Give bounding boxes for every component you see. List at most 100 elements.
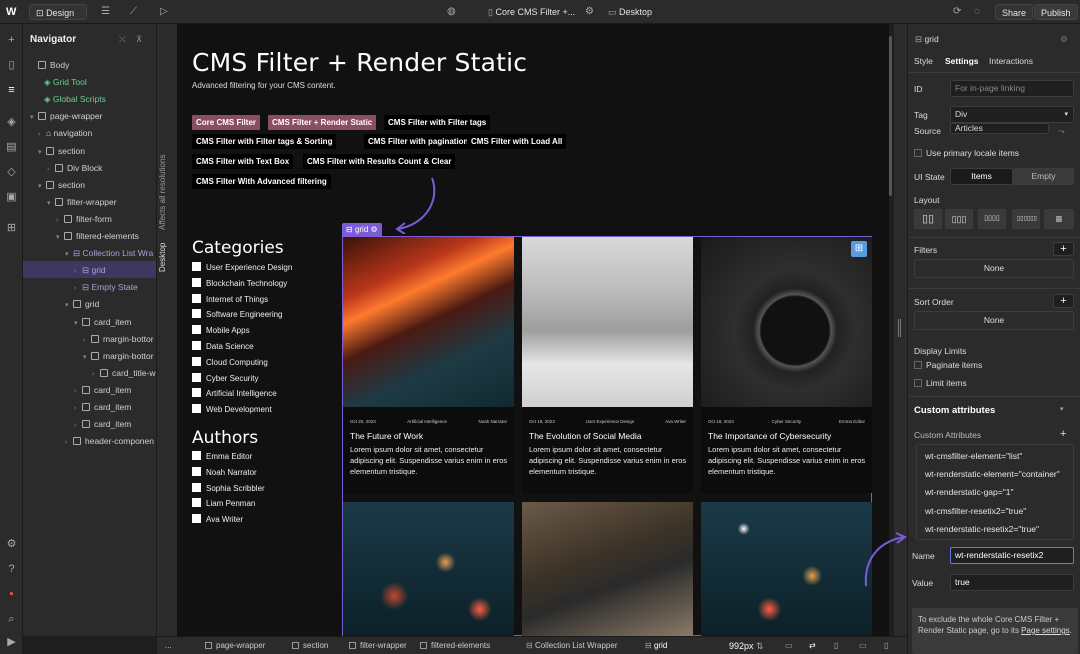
category-checkbox[interactable]: Web Development: [192, 404, 272, 416]
settings-gear-icon[interactable]: ⚙: [5, 538, 18, 551]
navigator-item[interactable]: ▾ grid: [65, 296, 99, 313]
breadcrumb-more[interactable]: ...: [165, 640, 172, 652]
canvas-scrollbar-thumb[interactable]: [889, 36, 892, 196]
category-checkbox[interactable]: Software Engineering: [192, 309, 283, 321]
tab-settings[interactable]: Settings: [945, 56, 979, 66]
source-field[interactable]: Articles: [950, 123, 1049, 134]
video-icon[interactable]: ▶: [5, 636, 18, 649]
desktop-view-icon[interactable]: ▭: [785, 640, 793, 652]
page-settings-link[interactable]: Page settings: [1021, 626, 1069, 635]
components-icon[interactable]: ◈: [5, 116, 18, 129]
publish-button[interactable]: Publish: [1034, 4, 1078, 20]
nav-tag[interactable]: CMS Filter with Text Box: [192, 154, 294, 169]
category-checkbox[interactable]: User Experience Design: [192, 262, 292, 274]
chevron-down-icon[interactable]: ▾: [1060, 405, 1064, 413]
link-icon[interactable]: ⤳: [1058, 126, 1065, 137]
attribute-row[interactable]: wt-cmsfilter-element="list": [925, 451, 1022, 461]
breadcrumb-item[interactable]: filtered-elements: [420, 640, 490, 652]
tree-caret-icon[interactable]: ▾: [38, 144, 46, 161]
navigator-icon[interactable]: ≡: [5, 84, 18, 97]
navigator-item[interactable]: › card_item: [74, 416, 131, 433]
nav-tag[interactable]: CMS Filter with Results Count & Clear: [303, 154, 456, 169]
tree-caret-icon[interactable]: ▾: [47, 195, 55, 212]
sync-icon[interactable]: ⟳: [953, 4, 961, 20]
id-field[interactable]: For in-page linking: [950, 80, 1074, 97]
category-checkbox[interactable]: Blockchain Technology: [192, 277, 287, 290]
tree-caret-icon[interactable]: ›: [74, 280, 82, 297]
nav-tag[interactable]: CMS Filter + Render Static: [268, 115, 377, 130]
tree-caret-icon[interactable]: ›: [74, 400, 82, 417]
tree-caret-icon[interactable]: ›: [38, 126, 46, 143]
add-filter-button[interactable]: +: [1053, 242, 1074, 256]
navigator-item[interactable]: ▾ filter-wrapper: [47, 194, 117, 211]
nav-tag[interactable]: CMS Filter with Load All: [467, 134, 567, 149]
resize-view-icon[interactable]: ⇄: [809, 640, 816, 652]
add-sort-button[interactable]: +: [1053, 294, 1074, 308]
page-settings-gear-icon[interactable]: ⚙: [585, 4, 594, 20]
navigator-item[interactable]: › card_item: [74, 382, 131, 399]
tree-caret-icon[interactable]: ▾: [65, 297, 73, 314]
canvas-width-readout[interactable]: 992px ⇅: [729, 640, 764, 652]
tab-interactions[interactable]: Interactions: [989, 56, 1033, 66]
navigator-item[interactable]: ▾ section: [38, 143, 85, 160]
nav-tag[interactable]: CMS Filter With Advanced filtering: [192, 174, 331, 189]
nav-tag[interactable]: Core CMS Filter: [192, 115, 261, 130]
nav-tag[interactable]: CMS Filter with Filter tags & Sorting: [192, 134, 337, 149]
share-button[interactable]: Share: [995, 4, 1034, 20]
filters-value[interactable]: None: [914, 259, 1074, 278]
navigator-item[interactable]: ▾ page-wrapper: [30, 108, 102, 125]
search-icon[interactable]: ⌕: [5, 613, 18, 626]
attribute-row[interactable]: wt-renderstatic-gap="1": [925, 487, 1013, 497]
navigator-item[interactable]: ▾ margin-bottor: [83, 348, 154, 365]
tree-caret-icon[interactable]: ▾: [30, 109, 38, 126]
card-item[interactable]: Oct 18, 2023 Cyber Security Emma Editor Th…: [701, 237, 872, 493]
nav-tag[interactable]: CMS Filter with Filter tags: [384, 115, 491, 130]
author-checkbox[interactable]: Liam Penman: [192, 498, 255, 510]
breadcrumb-item[interactable]: section: [292, 640, 328, 652]
card-item[interactable]: [701, 502, 872, 636]
webflow-logo-icon[interactable]: W: [6, 4, 16, 20]
navigator-item[interactable]: › margin-bottor: [83, 331, 154, 348]
card-item[interactable]: Oct 19, 2023 User Experience Design Ava Wr…: [522, 237, 693, 493]
author-checkbox[interactable]: Ava Writer: [192, 514, 243, 526]
navigator-item[interactable]: › ⌂ navigation: [38, 125, 92, 142]
navigator-item[interactable]: › Div Block: [47, 160, 102, 177]
author-checkbox[interactable]: Emma Editor: [192, 451, 252, 463]
variables-icon[interactable]: ◇: [5, 166, 18, 179]
tag-select[interactable]: Div ▾: [950, 106, 1074, 123]
cms-icon[interactable]: ☰: [101, 4, 110, 20]
sort-order-value[interactable]: None: [914, 311, 1074, 330]
attribute-name-field[interactable]: wt-renderstatic-resetix2: [950, 547, 1074, 564]
breadcrumb-item[interactable]: filter-wrapper: [349, 640, 407, 652]
component-icon[interactable]: ⚙: [1060, 34, 1068, 45]
pin-icon[interactable]: ⊼: [136, 31, 142, 48]
mode-switcher[interactable]: ⊡ Design ▾: [29, 4, 87, 34]
card-item[interactable]: Oct 20, 2023 Artificial Intelligence Noah …: [343, 237, 514, 493]
navigator-item[interactable]: › ⊟ Empty State: [74, 279, 138, 296]
author-checkbox[interactable]: Sophia Scribbler: [192, 482, 265, 495]
category-checkbox[interactable]: Data Science: [192, 341, 254, 353]
add-icon[interactable]: +: [5, 34, 18, 47]
tree-caret-icon[interactable]: ›: [74, 383, 82, 400]
help-icon[interactable]: ?: [5, 563, 18, 576]
breadcrumb-item[interactable]: ⊟ Collection List Wrapper: [526, 640, 618, 652]
tree-caret-icon[interactable]: ›: [92, 366, 100, 383]
attribute-value-field[interactable]: true: [950, 574, 1074, 591]
layout-1-column[interactable]: ▯▯: [914, 209, 942, 229]
navigator-item[interactable]: ▾ filtered-elements: [56, 228, 139, 245]
category-checkbox[interactable]: Cloud Computing: [192, 356, 268, 369]
navigator-item[interactable]: › filter-form: [56, 211, 112, 228]
tree-caret-icon[interactable]: ›: [83, 332, 91, 349]
breakpoint-selector[interactable]: ▭ Desktop: [608, 4, 652, 20]
mobile-landscape-icon[interactable]: ▭: [859, 640, 867, 652]
layout-list[interactable]: ≡: [1044, 209, 1074, 229]
navigator-item[interactable]: ◈ Grid Tool: [36, 74, 87, 91]
tree-caret-icon[interactable]: ▾: [56, 229, 64, 246]
audit-icon[interactable]: ▪: [5, 588, 18, 601]
tree-caret-icon[interactable]: ▾: [65, 246, 73, 263]
category-checkbox[interactable]: Internet of Things: [192, 293, 268, 306]
navigator-item[interactable]: ▾ section: [38, 177, 85, 194]
analytics-icon[interactable]: ⟋: [130, 4, 137, 20]
paginate-items-checkbox[interactable]: Paginate items: [914, 360, 982, 370]
globe-icon[interactable]: ◍: [447, 4, 456, 20]
